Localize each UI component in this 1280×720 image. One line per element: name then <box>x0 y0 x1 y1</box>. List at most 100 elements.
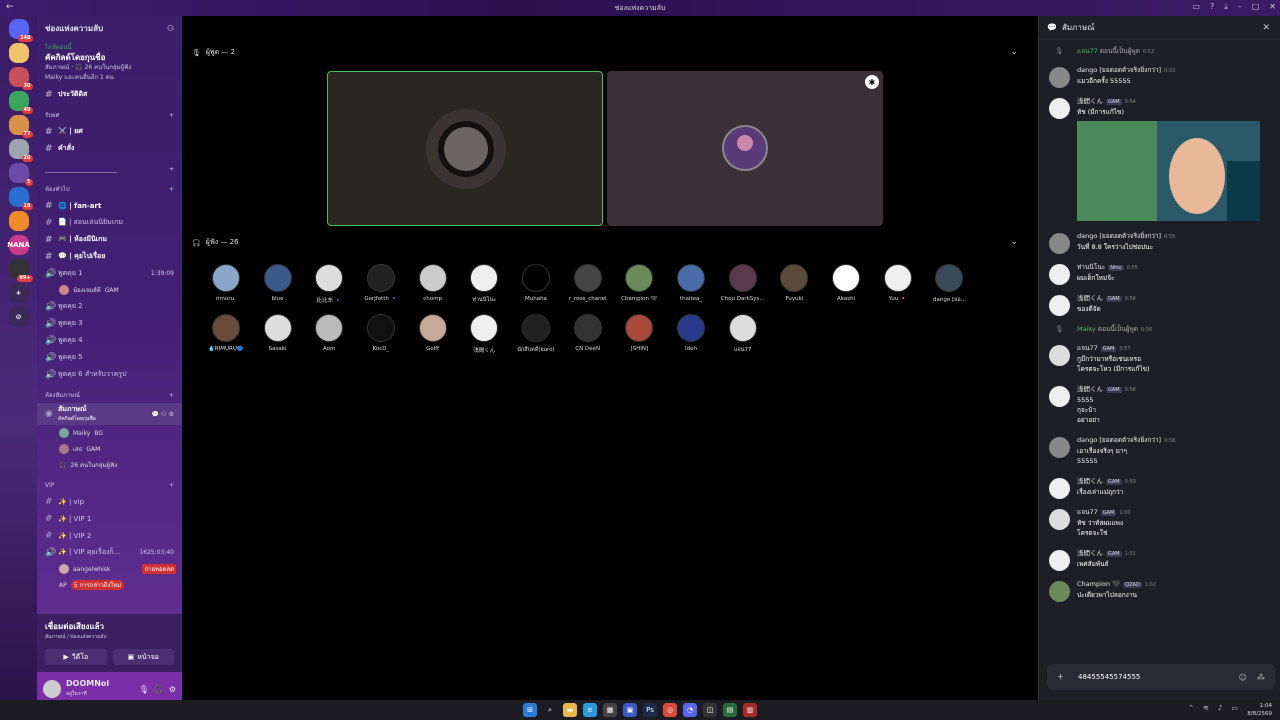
plus-icon[interactable]: + <box>169 166 174 173</box>
channel-minigame[interactable]: # 🎮 | ห้องมีนิเกม <box>37 231 182 248</box>
listener[interactable]: Muhaha <box>510 264 562 314</box>
listener[interactable]: นักสืบคดี(kuro) <box>510 314 562 364</box>
author-name[interactable]: dango [ยอดอดตัวจริงยิ่งกว่า] <box>1077 232 1161 240</box>
apps-icon[interactable]: ⁂ <box>1257 673 1265 682</box>
avatar[interactable] <box>1049 233 1070 254</box>
server-icon[interactable]: 148 <box>8 19 33 42</box>
avatar[interactable] <box>1049 98 1070 119</box>
listener[interactable]: 💧RIMURU🔵 <box>200 314 252 364</box>
emoji-icon[interactable]: ☺ <box>1239 673 1247 682</box>
app-icon[interactable]: ▥ <box>743 703 757 717</box>
app-icon[interactable]: ◫ <box>703 703 717 717</box>
chrome-icon[interactable]: ◎ <box>663 703 677 717</box>
system-name[interactable]: Maiky <box>1077 325 1096 333</box>
wifi-icon[interactable]: ≋ <box>1203 704 1209 712</box>
stage-listeners-count[interactable]: 🎧 26 คนในกลุ่มผู้ฟัง <box>37 457 182 473</box>
channel-tutorial[interactable]: # 📄 | สอนเล่นนิยิมเกม <box>37 214 182 231</box>
avatar[interactable] <box>1049 437 1070 458</box>
listener[interactable]: Sasaki <box>252 314 304 364</box>
chat-message[interactable]: dango [ยอดอดตัวจริงยิ่งกว่า] 0:53 แมวอีกคร… <box>1039 65 1280 88</box>
chat-message[interactable]: Champion 🖤 QZAD 1:02 ปะเดียวพาไปลอกงาน <box>1039 579 1280 602</box>
category-vip[interactable]: VIP + <box>37 477 182 493</box>
listener[interactable]: Chou DarkSys... <box>717 264 769 314</box>
server-icon[interactable] <box>8 211 29 231</box>
stage-member[interactable]: เสธ GAM <box>37 441 182 457</box>
volume-icon[interactable]: ♪ <box>1218 704 1222 712</box>
channel-chat[interactable]: # 💬 | คุยไปเรื่อย <box>37 248 182 265</box>
server-header[interactable]: ช่องแห่งความลับ ⚇ <box>37 16 182 40</box>
gear-icon[interactable]: ⚙ <box>169 685 176 694</box>
avatar[interactable] <box>1049 509 1070 530</box>
avatar[interactable] <box>43 680 61 698</box>
plus-icon[interactable]: + <box>169 186 174 193</box>
listener[interactable]: rimuru. <box>200 264 252 314</box>
listener[interactable]: Gorjfotth 🔹 <box>355 264 407 314</box>
back-arrow-icon[interactable]: ← <box>6 2 14 12</box>
photoshop-icon[interactable]: Ps <box>643 703 657 717</box>
listener[interactable]: Yuu 🔸 <box>872 264 924 314</box>
author-name[interactable]: 浅間くん <box>1077 97 1103 105</box>
chat-message[interactable]: dango [ยอดอดตัวจริงยิ่งกว่า] 0:58 เอาเรื่อ… <box>1039 435 1280 466</box>
server-icon[interactable]: + <box>8 283 29 303</box>
live-event[interactable]: ไลฟ์ตอนนี้ คัคกิลด์โดยกุนชื่อ สัมภาษณ์ ·… <box>37 40 182 86</box>
chat-message[interactable]: 浅間くん GAM 0:54 ทัช (มีการแก้ไข) <box>1039 96 1280 221</box>
chat-message[interactable]: 浅間くん GAM 0:59 เรื่องเล่าแม่ถุกว่า <box>1039 476 1280 499</box>
channel-roles[interactable]: # ⚔️ | ยศ <box>37 123 182 140</box>
listener[interactable]: dango [ยอ... <box>924 264 976 314</box>
plus-icon[interactable]: + <box>169 482 174 489</box>
help-icon[interactable]: ? <box>1210 2 1214 12</box>
category-interview[interactable]: ห้องสัมภาษณ์ + <box>37 387 182 403</box>
chat-message[interactable]: 浅間くん GAM 1:01 เพศสัมพันธ์ <box>1039 548 1280 571</box>
server-icon[interactable]: ⊘ <box>8 307 29 327</box>
listener[interactable]: chomp <box>407 264 459 314</box>
channel-vip[interactable]: # ✨ | vip <box>37 493 182 510</box>
avatar[interactable] <box>1049 581 1070 602</box>
chat-message[interactable]: แจน77 GAM 1:00 ทัช ว่าทัสผมแพง โครตจะใช่ <box>1039 507 1280 538</box>
message-input[interactable]: ＋ 48455545574555 ☺ ⁂ <box>1047 664 1275 690</box>
avatar[interactable] <box>1049 478 1070 499</box>
new-mentions-badge[interactable]: 5 การกล่าวถึงใหม่ <box>70 580 125 590</box>
video-button[interactable]: ▶ วีดีโอ <box>45 649 107 665</box>
speaker-tile[interactable]: ✱ <box>607 71 883 226</box>
author-name[interactable]: แจน77 <box>1077 344 1098 352</box>
discord-icon[interactable]: ◔ <box>683 703 697 717</box>
author-name[interactable]: 浅間くん <box>1077 477 1103 485</box>
voice-channel-1[interactable]: 🔊 พูดคุย 1 1:39:09 <box>37 265 182 282</box>
chat-message[interactable]: 浅間くん GAM 0:56 ของดีจัด <box>1039 293 1280 316</box>
server-icon[interactable]: 77 <box>8 115 33 138</box>
channel-vip-1[interactable]: # ✨ | VIP 1 <box>37 510 182 527</box>
channel-history[interactable]: # ประวัติดิส <box>37 86 182 103</box>
category-divider[interactable]: ________________________ + <box>37 161 182 177</box>
server-icon[interactable]: 5 <box>8 163 33 186</box>
author-name[interactable]: 浅間くん <box>1077 549 1103 557</box>
voice-member[interactable]: น้องเจมส์ดี GAM <box>37 282 182 298</box>
plus-icon[interactable]: + <box>169 392 174 399</box>
author-name[interactable]: dango [ยอดอดตัวจริงยิ่งกว่า] <box>1077 436 1161 444</box>
avatar[interactable] <box>1049 550 1070 571</box>
avatar[interactable] <box>1049 295 1070 316</box>
system-clock[interactable]: 1:04 8/8/2569 <box>1247 702 1272 718</box>
message-image[interactable] <box>1077 121 1260 221</box>
listener[interactable]: CN DeeN <box>562 314 614 364</box>
author-name[interactable]: แจน77 <box>1077 508 1098 516</box>
voice-channel-2[interactable]: 🔊 พูดคุย 2 <box>37 298 182 315</box>
chat-message[interactable]: ท่านนิโนะ Nino 0:55 ผมเด็กใหม่จ้ะ <box>1039 262 1280 285</box>
plus-icon[interactable]: ＋ <box>1057 672 1064 682</box>
listener[interactable]: blue <box>252 264 304 314</box>
author-name[interactable]: Champion 🖤 <box>1077 580 1120 588</box>
close-icon[interactable]: ✕ <box>1269 2 1276 12</box>
chevron-up-icon[interactable]: ⌃ <box>1188 704 1194 712</box>
microphone-icon[interactable]: 🎙 <box>139 685 149 694</box>
listener[interactable]: Akashi <box>820 264 872 314</box>
listener[interactable]: แจน77 <box>717 314 769 364</box>
edge-icon[interactable]: e <box>583 703 597 717</box>
system-name[interactable]: แจน77 <box>1077 47 1098 55</box>
voice-channel-3[interactable]: 🔊 พูดคุย 3 <box>37 315 182 332</box>
listener[interactable]: Fuyuki <box>769 264 821 314</box>
listener[interactable]: 浅間くん <box>458 314 510 364</box>
channel-fan-art[interactable]: # 🌐 | fan-art <box>37 197 182 214</box>
voice-channel-6[interactable]: 🔊 พูดคุย 6 สำหรับวาครูป <box>37 366 182 383</box>
battery-icon[interactable]: ▭ <box>1231 704 1238 712</box>
channel-commands[interactable]: # คำสั่ง <box>37 140 182 157</box>
close-icon[interactable]: ✕ <box>1262 23 1270 33</box>
